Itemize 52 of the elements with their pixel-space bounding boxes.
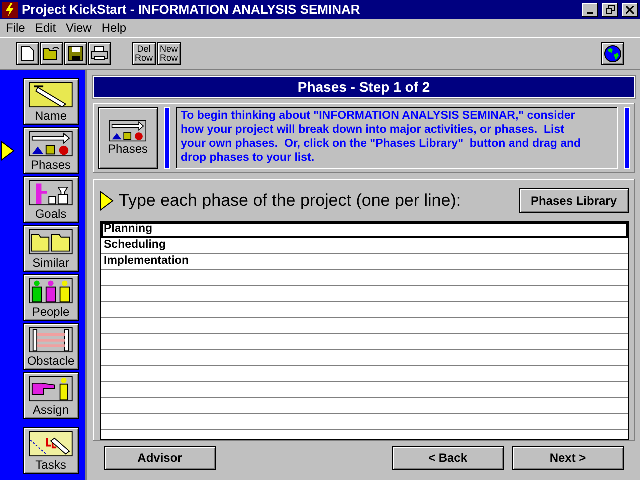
- menu-item[interactable]: View: [62, 21, 96, 35]
- phases-icon: [109, 120, 147, 142]
- sidebar-button[interactable]: Phases: [23, 127, 79, 174]
- printer-icon: [90, 46, 108, 62]
- intro-text: To begin thinking about "INFORMATION ANALYSIS SEMINAR," consider how your project will break down into major activities, or phases. List your own phases. Or, click on the "Phases Library" button and drag and drop phases to your list.: [176, 107, 618, 169]
- phases-icon-button[interactable]: Phases: [98, 107, 158, 169]
- lightning-icon: [2, 2, 18, 18]
- window-title: Project KickStart - INFORMATION ANALYSIS SEMINAR: [22, 2, 362, 17]
- page-icon: [20, 46, 34, 62]
- sidebar-icon: [28, 82, 74, 108]
- folder-icon: [42, 46, 60, 61]
- sidebar-button[interactable]: Similar: [23, 225, 79, 272]
- sidebar-icon: [28, 431, 74, 457]
- sidebar-button[interactable]: People: [23, 274, 79, 321]
- minimize-icon: [587, 12, 593, 14]
- globe-icon: [604, 44, 622, 62]
- restore-icon: [606, 5, 614, 14]
- close-icon: [626, 6, 634, 14]
- print-button[interactable]: [88, 42, 111, 65]
- advisor-button[interactable]: Advisor: [104, 446, 216, 470]
- sidebar-icon: [28, 131, 74, 157]
- sidebar-button[interactable]: Goals: [23, 176, 79, 223]
- back-button[interactable]: < Back: [392, 446, 504, 470]
- phase-row[interactable]: Planning: [101, 222, 628, 238]
- menu-item[interactable]: Edit: [31, 21, 60, 35]
- row-button[interactable]: New Row: [157, 42, 181, 65]
- sidebar-icon: [28, 180, 74, 206]
- sidebar-icon: [28, 376, 74, 402]
- pointer-icon: [100, 190, 114, 211]
- sidebar-icon: [28, 327, 74, 353]
- sidebar-button[interactable]: Assign: [23, 372, 79, 419]
- next-button[interactable]: Next >: [512, 446, 624, 470]
- restore-button[interactable]: [602, 2, 618, 16]
- sidebar-button[interactable]: Tasks: [23, 427, 79, 474]
- menu-item[interactable]: Help: [98, 21, 131, 35]
- step-header: Phases - Step 1 of 2: [93, 76, 635, 98]
- sidebar-icon: [28, 229, 74, 255]
- minimize-button[interactable]: [582, 2, 598, 16]
- sidebar-button[interactable]: Name: [23, 78, 79, 125]
- sidebar-icon: [28, 278, 74, 304]
- close-button[interactable]: [622, 2, 638, 16]
- menu-item[interactable]: File: [2, 21, 30, 35]
- prompt-text: Type each phase of the project (one per line):: [119, 190, 462, 211]
- globe-button[interactable]: [601, 42, 624, 65]
- phases-library-button[interactable]: Phases Library: [519, 188, 629, 214]
- phase-row[interactable]: Scheduling: [101, 238, 628, 254]
- open-folder-button[interactable]: [40, 42, 63, 65]
- phase-row[interactable]: Implementation: [101, 254, 628, 270]
- sidebar-button[interactable]: Obstacle: [23, 323, 79, 370]
- row-button[interactable]: Del Row: [132, 42, 156, 65]
- save-button[interactable]: [64, 42, 87, 65]
- new-file-button[interactable]: [16, 42, 39, 65]
